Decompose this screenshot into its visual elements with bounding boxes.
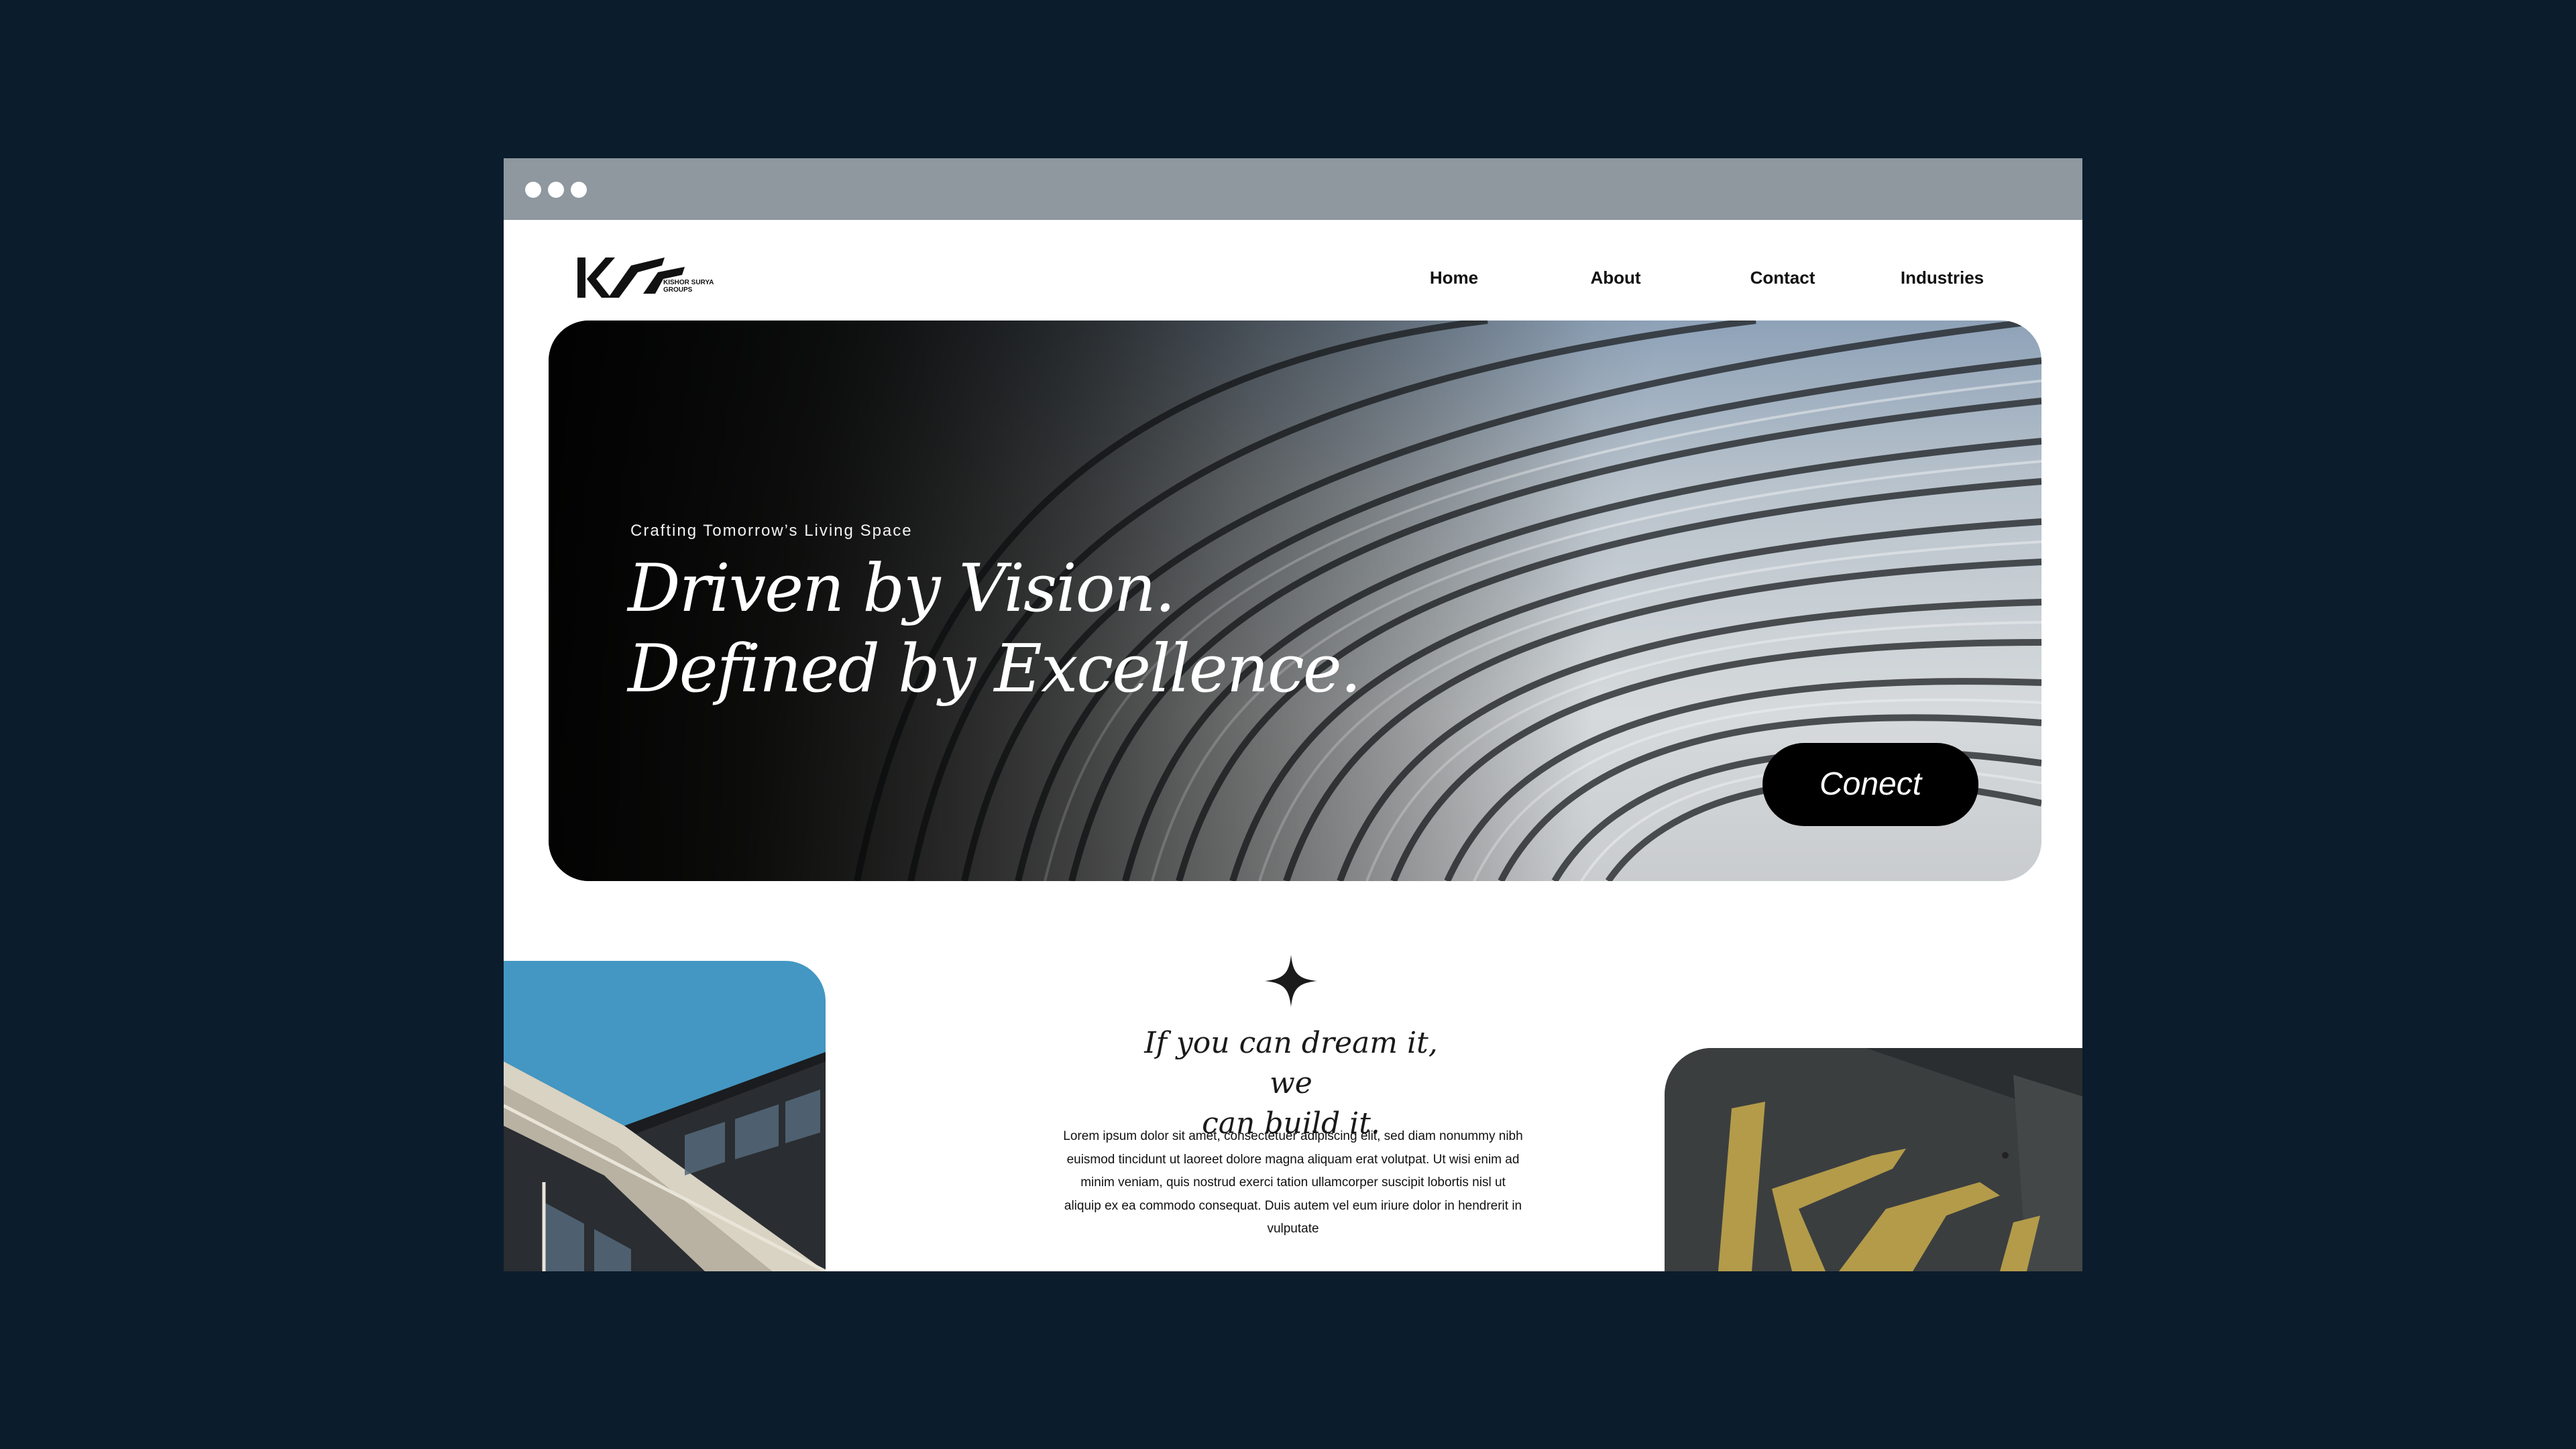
window-dot-icon[interactable] [571, 182, 587, 198]
tagline-line: If you can dream it, we [1144, 1026, 1438, 1100]
logo-wall-image-right [1665, 1048, 2082, 1271]
section-body-text: Lorem ipsum dolor sit amet, consectetuer… [1063, 1129, 1523, 1236]
connect-button[interactable]: Conect [1762, 743, 1978, 826]
nav-item-home[interactable]: Home [1430, 257, 1478, 298]
nav-item-about[interactable]: About [1590, 257, 1640, 298]
window-dot-icon[interactable] [525, 182, 541, 198]
hero-title: Driven by Vision. Defined by Excellence. [628, 548, 1361, 709]
building-photo [504, 961, 826, 1271]
browser-titlebar [504, 158, 2082, 220]
hero-banner: Crafting Tomorrow’s Living Space Driven … [549, 321, 2041, 881]
nav-item-industries[interactable]: Industries [1901, 257, 1984, 298]
hero-eyebrow: Crafting Tomorrow’s Living Space [630, 522, 913, 540]
window-dot-icon[interactable] [548, 182, 564, 198]
four-point-star-icon [1265, 955, 1317, 1007]
browser-window: KISHOR SURYA GROUPS Home About Contact I… [504, 158, 2082, 1271]
hero-title-line: Driven by Vision. [628, 550, 1176, 627]
hero-title-line: Defined by Excellence. [628, 631, 1361, 707]
top-navigation: Home About Contact Industries [504, 257, 2082, 298]
nav-item-contact[interactable]: Contact [1750, 257, 1815, 298]
logo-wall-photo [1665, 1048, 2082, 1271]
building-image-left [504, 961, 826, 1271]
